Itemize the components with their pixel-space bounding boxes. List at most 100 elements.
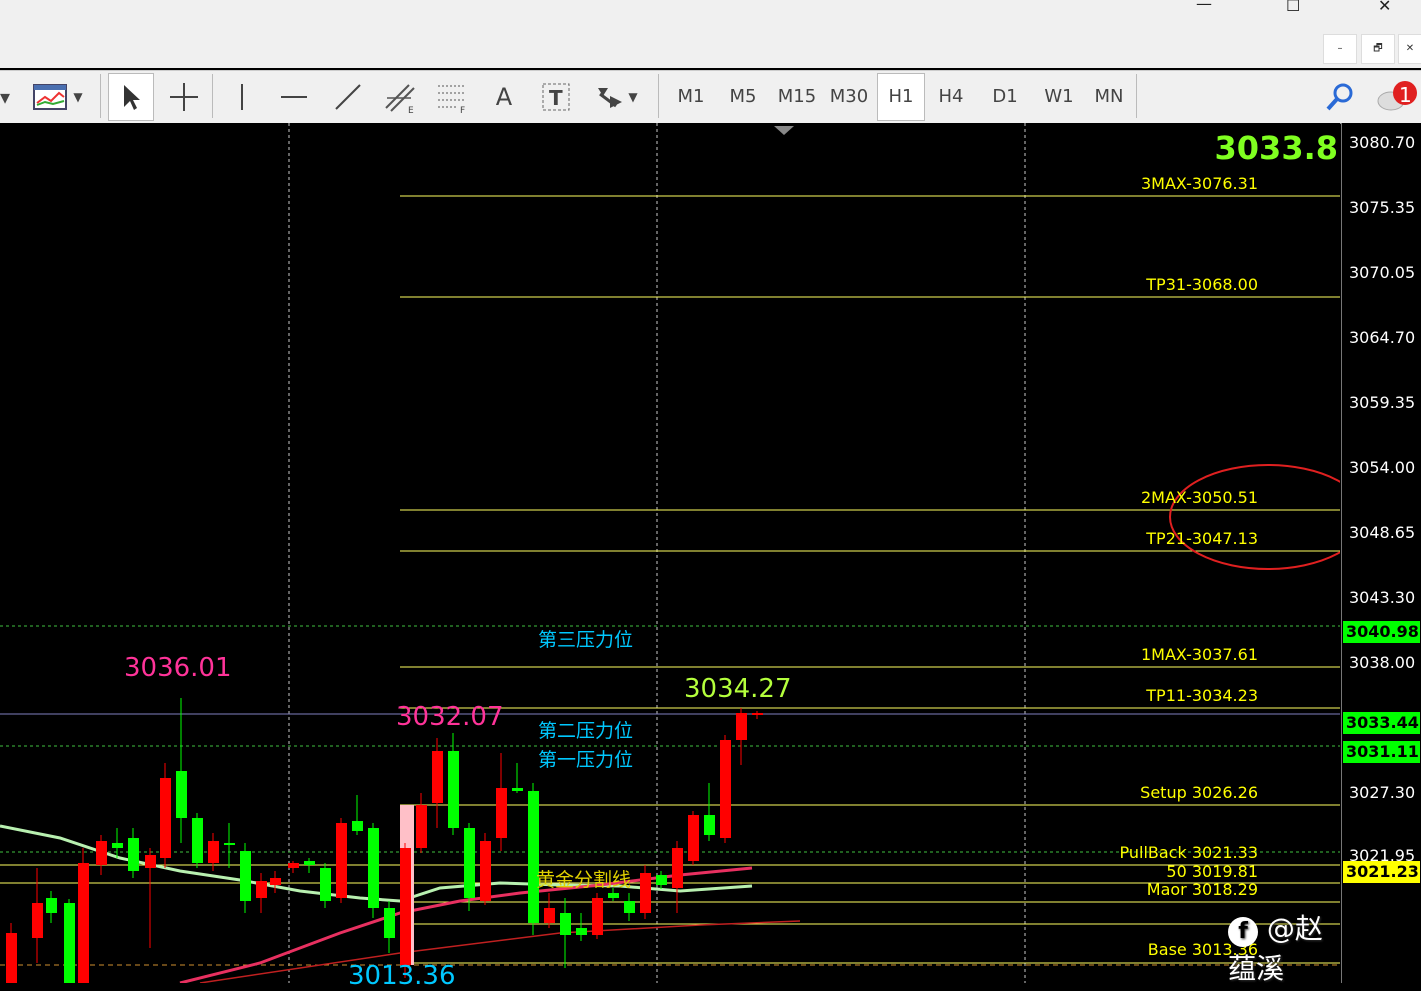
trendline-tool-icon[interactable]: [326, 78, 370, 116]
candle-body: [384, 908, 395, 938]
window-maximize-button[interactable]: ☐: [1286, 0, 1300, 15]
level-fifty: 50 3019.81: [1166, 862, 1258, 881]
indicators-icon[interactable]: ▼: [28, 78, 88, 116]
high-label-3: 3034.27: [684, 674, 792, 704]
candle-body: [448, 751, 459, 828]
arrows-tool-icon[interactable]: ▼: [586, 78, 646, 116]
timeframe-h4[interactable]: H4: [928, 80, 974, 114]
svg-text:F: F: [460, 106, 465, 114]
chart-minimize-button[interactable]: –: [1323, 34, 1357, 64]
candle-body: [96, 841, 107, 865]
axis-tag-resist3: 3040.98: [1343, 621, 1420, 643]
level-setup: Setup 3026.26: [1140, 783, 1258, 802]
axis-tick: 3070.05: [1349, 263, 1416, 282]
level-pullback: PullBack 3021.33: [1119, 843, 1259, 862]
candle-body: [336, 823, 347, 898]
timeframe-m1[interactable]: M1: [668, 80, 714, 114]
fibonacci-tool-icon[interactable]: F: [430, 78, 474, 116]
candle-body: [608, 893, 619, 898]
cursor-tool-icon[interactable]: [108, 73, 154, 121]
timeframe-m5[interactable]: M5: [720, 80, 766, 114]
candle-body: [145, 855, 156, 868]
candle-body: [224, 843, 235, 845]
candle-body: [576, 928, 587, 935]
candle-body: [752, 713, 763, 715]
horizontal-line-tool-icon[interactable]: [272, 78, 316, 116]
level-1max: 1MAX-3037.61: [1140, 645, 1258, 664]
candle-body: [270, 878, 281, 885]
text-label-tool-icon[interactable]: T: [534, 78, 578, 116]
candle-body: [112, 843, 123, 848]
search-icon[interactable]: [1320, 78, 1360, 116]
candle-body: [464, 828, 475, 898]
chart-restore-button[interactable]: 🗗: [1361, 34, 1395, 64]
resistance-2-label: 第二压力位: [538, 720, 634, 742]
candle-body: [704, 815, 715, 835]
axis-tag-golden: 3021.23: [1343, 861, 1420, 883]
resistance-3-label: 第三压力位: [538, 629, 634, 651]
resistance-1-label: 第一压力位: [538, 749, 634, 771]
candle-body: [688, 815, 699, 861]
candle-body: [78, 863, 89, 983]
candle-body: [176, 771, 187, 818]
alerts-icon[interactable]: 1: [1374, 78, 1420, 116]
level-2max: 2MAX-3050.51: [1140, 488, 1258, 507]
timeframe-d1[interactable]: D1: [982, 80, 1028, 114]
axis-tick: 3048.65: [1349, 523, 1416, 542]
candle-body: [352, 821, 363, 831]
candle-body: [400, 848, 411, 965]
candle-body: [128, 838, 139, 871]
low-label-1: 3013.36: [348, 961, 456, 991]
high-label-1: 3036.01: [124, 653, 232, 683]
crosshair-tool-icon[interactable]: [162, 78, 206, 116]
window-minimize-button[interactable]: —: [1196, 0, 1212, 13]
candle-body: [720, 740, 731, 838]
level-maor: Maor 3018.29: [1146, 880, 1258, 899]
candle-body: [432, 751, 443, 803]
candle-body: [320, 868, 331, 901]
text-tool-icon[interactable]: A: [482, 78, 526, 116]
mdi-bar: [0, 30, 1421, 68]
candle-body: [496, 788, 507, 838]
alerts-count: 1: [1399, 83, 1412, 107]
candle-body: [46, 898, 57, 913]
axis-tick: 3038.00: [1349, 653, 1416, 672]
candle-body: [6, 933, 17, 983]
timeframe-h1[interactable]: H1: [877, 73, 925, 121]
price-chart[interactable]: 3033.8 3MAX-3076.31 TP31-3068.00 2MAX-30…: [0, 123, 1340, 991]
level-tp31: TP31-3068.00: [1146, 275, 1258, 294]
current-price-display: 3033.8: [1214, 129, 1338, 167]
candle-body: [368, 828, 379, 908]
candle-body: [592, 898, 603, 935]
chart-close-button[interactable]: ✕: [1398, 34, 1421, 64]
candle-body: [240, 851, 251, 901]
axis-tick: 3075.35: [1349, 198, 1416, 217]
timeframe-m30[interactable]: M30: [824, 80, 874, 114]
level-tp21: TP21-3047.13: [1146, 529, 1258, 548]
candle-body: [480, 841, 491, 901]
candle-body: [64, 903, 75, 983]
golden-ratio-label: 黄金分割线: [536, 869, 632, 891]
candle-body: [208, 841, 219, 863]
candle-body: [624, 901, 635, 913]
candle-body: [160, 778, 171, 858]
candle-body: [640, 873, 651, 913]
vertical-line-tool-icon[interactable]: [222, 78, 262, 116]
window-close-button[interactable]: ✕: [1378, 0, 1391, 15]
axis-tag-current: 3033.44: [1343, 712, 1420, 734]
axis-tick: 3059.35: [1349, 393, 1416, 412]
axis-tick: 3064.70: [1349, 328, 1416, 347]
candle-body: [416, 805, 427, 848]
facebook-icon: f: [1228, 917, 1258, 947]
channel-tool-icon[interactable]: E: [378, 78, 422, 116]
candle-body: [304, 861, 315, 865]
svg-text:E: E: [408, 106, 414, 114]
timeframe-m15[interactable]: M15: [772, 80, 822, 114]
candle-body: [512, 788, 523, 791]
level-3max: 3MAX-3076.31: [1140, 174, 1258, 193]
candle-body: [288, 863, 299, 868]
dropdown-arrow-icon[interactable]: ▾: [0, 78, 10, 116]
timeframe-mn[interactable]: MN: [1086, 80, 1132, 114]
timeframe-w1[interactable]: W1: [1036, 80, 1082, 114]
candle-body: [256, 881, 267, 898]
